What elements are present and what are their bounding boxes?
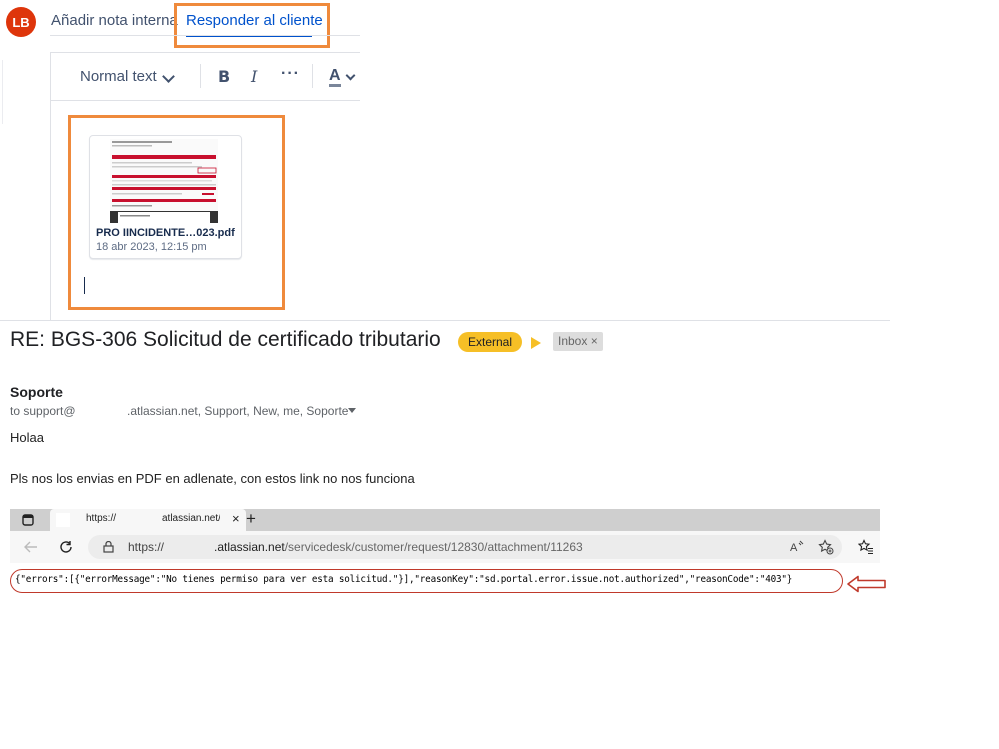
toolbar-separator [200, 64, 201, 88]
chevron-down-icon[interactable] [345, 70, 356, 81]
text-cursor [84, 277, 85, 294]
tabs-divider [50, 35, 360, 36]
json-error-response: {"errors":[{"errorMessage":"No tienes pe… [15, 574, 793, 585]
url-host: .atlassian.net [214, 540, 285, 554]
text-color-button[interactable]: A [329, 67, 341, 85]
attachment-card[interactable]: PRO IINCIDENTE…023.pdf 18 abr 2023, 12:1… [89, 135, 242, 259]
more-formatting-button[interactable]: ··· [281, 65, 300, 83]
attachment-file-name: PRO IINCIDENTE…023.pdf [96, 227, 235, 239]
toolbar-separator [312, 64, 313, 88]
inbox-label-chip[interactable]: Inbox × [553, 332, 603, 351]
favorites-icon[interactable] [858, 539, 874, 555]
attachment-date: 18 abr 2023, 12:15 pm [96, 241, 207, 253]
section-divider [0, 320, 890, 321]
close-tab-icon[interactable]: × [232, 511, 240, 526]
url-path: /servicedesk/customer/request/12830/atta… [284, 540, 583, 554]
read-aloud-icon[interactable]: A [790, 540, 804, 554]
remove-label-icon[interactable]: × [591, 334, 598, 348]
external-badge: External [458, 332, 523, 352]
pdf-thumbnail [110, 139, 218, 223]
recipients-details-icon[interactable] [348, 408, 356, 413]
url-text: .atlassian.net/servicedesk/customer/requ… [214, 540, 583, 554]
back-icon[interactable] [24, 540, 38, 554]
address-bar[interactable]: https:// .atlassian.net/servicedesk/cust… [88, 535, 842, 559]
pdf-preview-image [110, 139, 218, 223]
italic-button[interactable]: I [251, 67, 257, 86]
tab-favicon [56, 513, 70, 527]
text-color-swatch [329, 84, 341, 87]
lock-icon[interactable] [103, 541, 114, 553]
chevron-down-icon[interactable] [162, 70, 175, 83]
importance-marker-icon[interactable] [531, 337, 541, 349]
browser-tab-strip: https:// atlassian.net/s( × + [10, 509, 880, 531]
email-subject: RE: BGS-306 Solicitud de certificado tri… [10, 328, 441, 351]
arrow-left-icon [847, 575, 886, 593]
tab-title-suffix: atlassian.net/s( [162, 513, 220, 524]
svg-text:A: A [790, 542, 798, 554]
recipients-prefix: to support@ [10, 404, 76, 418]
reply-tab-highlight-box [174, 3, 330, 48]
text-style-dropdown[interactable]: Normal text [80, 68, 157, 85]
browser-tab[interactable]: https:// atlassian.net/s( × [50, 509, 246, 531]
new-tab-button[interactable]: + [246, 509, 256, 529]
editor-top-border [50, 52, 360, 53]
left-gutter-mark [2, 60, 3, 124]
toolbar-divider [50, 100, 360, 101]
bold-button[interactable]: B [218, 67, 230, 86]
tab-title-prefix: https:// [86, 513, 117, 524]
url-protocol: https:// [128, 540, 165, 554]
browser-toolbar: https:// .atlassian.net/servicedesk/cust… [10, 531, 880, 563]
refresh-icon[interactable] [59, 540, 73, 554]
tab-actions-icon[interactable] [22, 514, 34, 526]
recipients-list: .atlassian.net, Support, New, me, Soport… [127, 404, 349, 418]
editor-left-border [50, 52, 51, 320]
tab-add-internal-note[interactable]: Añadir nota interna [51, 12, 178, 29]
add-favorite-icon[interactable] [818, 539, 834, 555]
email-message: Pls nos los envias en PDF en adlenate, c… [10, 471, 415, 486]
inbox-label-text: Inbox [558, 334, 588, 348]
sender-name: Soporte [10, 384, 63, 400]
user-avatar: LB [6, 7, 36, 37]
email-greeting: Holaa [10, 430, 44, 445]
